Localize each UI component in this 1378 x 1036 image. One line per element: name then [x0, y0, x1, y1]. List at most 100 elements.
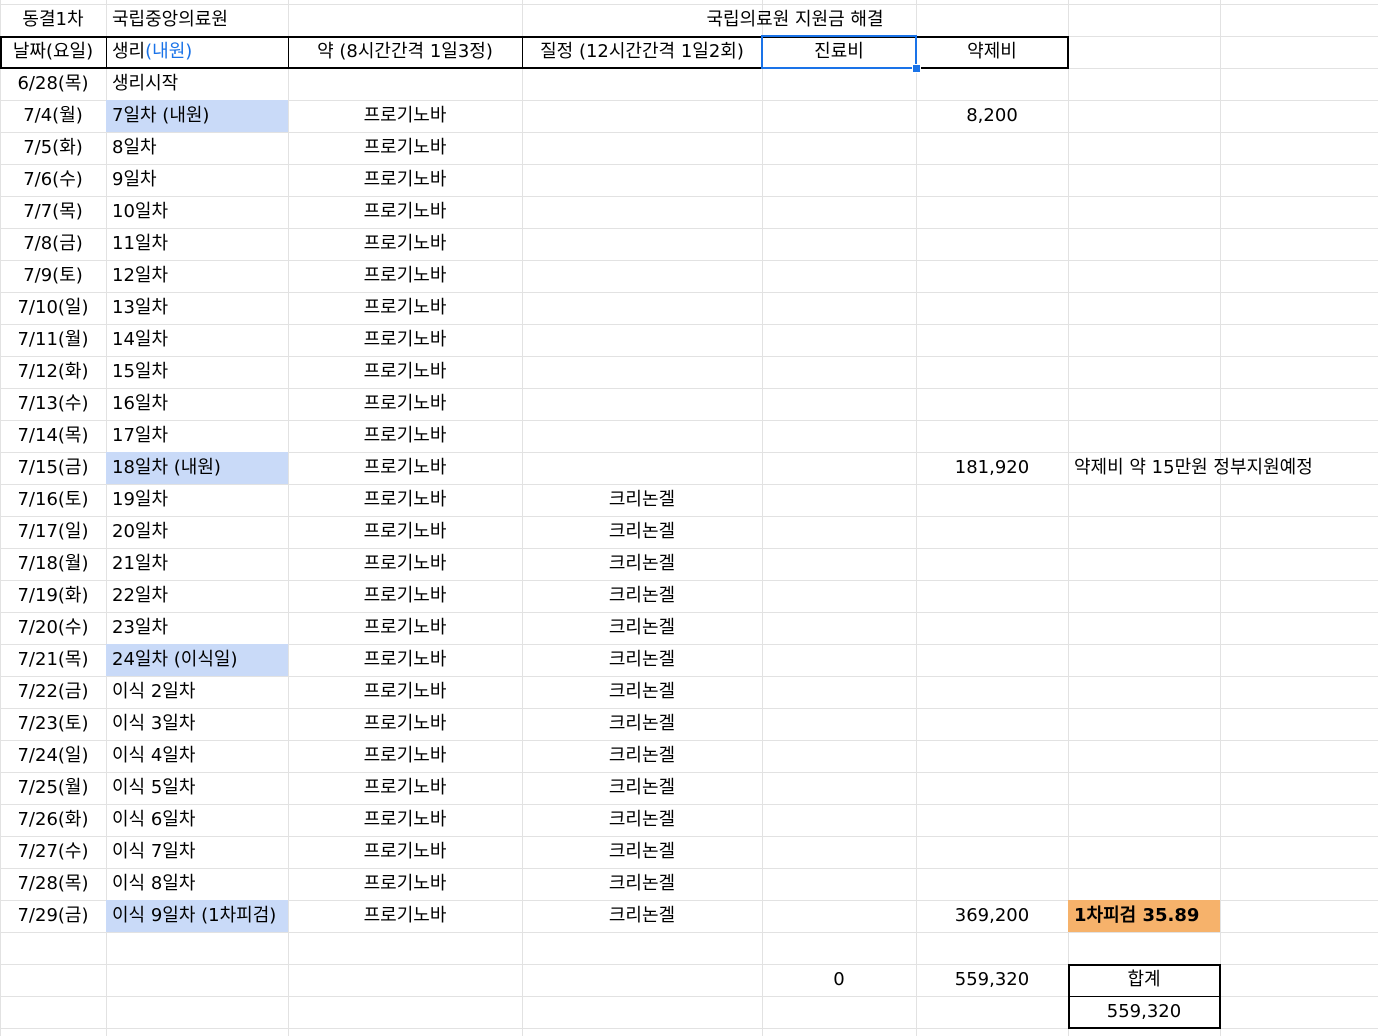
cycle-day-cell[interactable]: 17일차	[106, 420, 288, 452]
medicine-cell[interactable]: 프로기노바	[288, 740, 522, 772]
date-cell[interactable]: 7/11(월)	[0, 324, 106, 356]
medicine-cell[interactable]: 프로기노바	[288, 676, 522, 708]
medicine-cell[interactable]: 프로기노바	[288, 164, 522, 196]
date-cell[interactable]: 7/23(토)	[0, 708, 106, 740]
cycle-day-cell[interactable]: 14일차	[106, 324, 288, 356]
cycle-day-cell[interactable]: 이식 8일차	[106, 868, 288, 900]
cycle-day-cell[interactable]: 이식 6일차	[106, 804, 288, 836]
medicine-cell[interactable]: 프로기노바	[288, 260, 522, 292]
medicine-cell[interactable]: 프로기노바	[288, 388, 522, 420]
vaginal-cell[interactable]: 크리논겔	[522, 516, 762, 548]
cycle-day-cell[interactable]: 23일차	[106, 612, 288, 644]
cycle-day-cell[interactable]: 이식 4일차	[106, 740, 288, 772]
treatment-fee-cell[interactable]	[762, 836, 916, 868]
vaginal-cell[interactable]: 크리논겔	[522, 740, 762, 772]
treatment-fee-cell[interactable]	[762, 356, 916, 388]
medicine-cell[interactable]: 프로기노바	[288, 356, 522, 388]
cycle-day-cell[interactable]: 생리시작	[106, 68, 288, 100]
medicine-cell[interactable]: 프로기노바	[288, 612, 522, 644]
date-cell[interactable]: 7/27(수)	[0, 836, 106, 868]
treatment-fee-cell[interactable]	[762, 420, 916, 452]
cycle-day-cell[interactable]: 이식 3일차	[106, 708, 288, 740]
vaginal-cell[interactable]	[522, 260, 762, 292]
vaginal-cell[interactable]	[522, 68, 762, 100]
medicine-cell[interactable]: 프로기노바	[288, 228, 522, 260]
medicine-cell[interactable]: 프로기노바	[288, 772, 522, 804]
cycle-day-cell[interactable]: 16일차	[106, 388, 288, 420]
vaginal-cell[interactable]	[522, 324, 762, 356]
drug-fee-cell[interactable]	[916, 164, 1068, 196]
drug-fee-cell[interactable]	[916, 612, 1068, 644]
treatment-fee-cell[interactable]	[762, 324, 916, 356]
date-cell[interactable]: 7/28(목)	[0, 868, 106, 900]
treatment-fee-cell[interactable]	[762, 900, 916, 932]
date-cell[interactable]: 7/15(금)	[0, 452, 106, 484]
drug-fee-cell[interactable]	[916, 196, 1068, 228]
treatment-fee-cell[interactable]	[762, 516, 916, 548]
drug-fee-cell[interactable]	[916, 324, 1068, 356]
medicine-cell[interactable]: 프로기노바	[288, 100, 522, 132]
drug-fee-cell[interactable]	[916, 356, 1068, 388]
title-cell-b[interactable]: 국립중앙의료원	[106, 4, 288, 36]
drug-fee-cell[interactable]	[916, 676, 1068, 708]
cycle-day-cell[interactable]: 18일차 (내원)	[106, 452, 288, 484]
date-cell[interactable]: 7/5(화)	[0, 132, 106, 164]
blood-test-result-cell[interactable]: 1차피검 35.89	[1068, 900, 1220, 932]
drug-fee-cell[interactable]	[916, 580, 1068, 612]
treatment-fee-cell[interactable]	[762, 772, 916, 804]
vaginal-cell[interactable]: 크리논겔	[522, 484, 762, 516]
medicine-cell[interactable]: 프로기노바	[288, 580, 522, 612]
date-cell[interactable]: 7/18(월)	[0, 548, 106, 580]
drug-fee-cell[interactable]	[916, 228, 1068, 260]
treatment-fee-cell[interactable]	[762, 260, 916, 292]
cycle-day-cell[interactable]: 7일차 (내원)	[106, 100, 288, 132]
cycle-day-cell[interactable]: 이식 2일차	[106, 676, 288, 708]
treatment-fee-cell[interactable]	[762, 548, 916, 580]
drug-fee-cell[interactable]	[916, 420, 1068, 452]
date-cell[interactable]: 7/25(월)	[0, 772, 106, 804]
date-cell[interactable]: 7/12(화)	[0, 356, 106, 388]
treatment-fee-cell[interactable]	[762, 484, 916, 516]
treatment-fee-cell[interactable]	[762, 612, 916, 644]
date-cell[interactable]: 6/28(목)	[0, 68, 106, 100]
drug-fee-cell[interactable]	[916, 836, 1068, 868]
drug-fee-cell[interactable]: 8,200	[916, 100, 1068, 132]
cycle-day-cell[interactable]: 이식 5일차	[106, 772, 288, 804]
treatment-fee-cell[interactable]	[762, 164, 916, 196]
treatment-fee-cell[interactable]	[762, 68, 916, 100]
vaginal-cell[interactable]	[522, 292, 762, 324]
drug-fee-cell[interactable]	[916, 708, 1068, 740]
treatment-fee-cell[interactable]	[762, 804, 916, 836]
medicine-cell[interactable]: 프로기노바	[288, 804, 522, 836]
date-cell[interactable]: 7/13(수)	[0, 388, 106, 420]
treatment-fee-cell[interactable]	[762, 388, 916, 420]
medicine-cell[interactable]: 프로기노바	[288, 516, 522, 548]
drug-fee-cell[interactable]	[916, 388, 1068, 420]
date-cell[interactable]: 7/17(일)	[0, 516, 106, 548]
treatment-fee-cell[interactable]	[762, 228, 916, 260]
drug-fee-cell[interactable]	[916, 68, 1068, 100]
drug-fee-cell[interactable]	[916, 772, 1068, 804]
cycle-day-cell[interactable]: 11일차	[106, 228, 288, 260]
medicine-cell[interactable]: 프로기노바	[288, 900, 522, 932]
vaginal-cell[interactable]: 크리논겔	[522, 900, 762, 932]
treatment-fee-cell[interactable]	[762, 452, 916, 484]
vaginal-cell[interactable]: 크리논겔	[522, 708, 762, 740]
vaginal-cell[interactable]: 크리논겔	[522, 836, 762, 868]
cycle-day-cell[interactable]: 이식 9일차 (1차피검)	[106, 900, 288, 932]
date-cell[interactable]: 7/21(목)	[0, 644, 106, 676]
vaginal-cell[interactable]: 크리논겔	[522, 868, 762, 900]
cycle-day-cell[interactable]: 21일차	[106, 548, 288, 580]
drug-fee-cell[interactable]: 181,920	[916, 452, 1068, 484]
medicine-cell[interactable]: 프로기노바	[288, 484, 522, 516]
drug-fee-cell[interactable]	[916, 260, 1068, 292]
treatment-fee-cell[interactable]	[762, 580, 916, 612]
cycle-day-cell[interactable]: 이식 7일차	[106, 836, 288, 868]
vaginal-cell[interactable]: 크리논겔	[522, 644, 762, 676]
date-cell[interactable]: 7/22(금)	[0, 676, 106, 708]
drug-fee-cell[interactable]	[916, 292, 1068, 324]
treatment-fee-cell[interactable]	[762, 132, 916, 164]
medicine-cell[interactable]: 프로기노바	[288, 196, 522, 228]
treatment-fee-cell[interactable]	[762, 868, 916, 900]
vaginal-cell[interactable]: 크리논겔	[522, 772, 762, 804]
